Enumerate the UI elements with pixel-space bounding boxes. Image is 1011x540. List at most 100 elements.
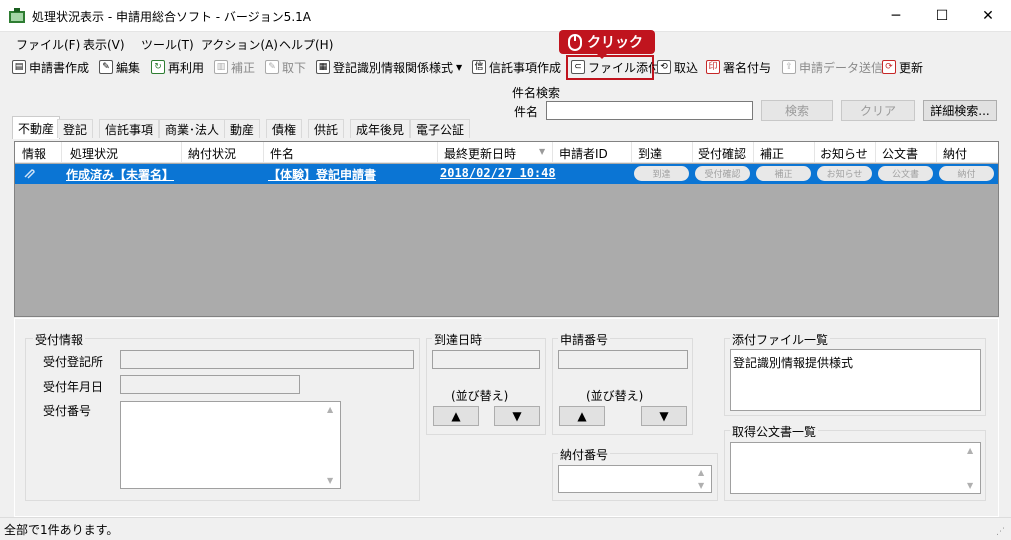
- edit-button[interactable]: ✎ 編集: [99, 58, 140, 76]
- maximize-button[interactable]: ☐: [919, 0, 965, 32]
- payment-number-field[interactable]: ▲ ▼: [558, 465, 712, 493]
- file-attach-button[interactable]: ⊂ ファイル添付: [571, 58, 660, 76]
- tab-movables[interactable]: 動産: [224, 119, 261, 138]
- column-correction[interactable]: 補正: [760, 145, 784, 162]
- send-icon: ⇪: [782, 60, 796, 74]
- resize-grip-icon[interactable]: ⋰: [996, 527, 1005, 537]
- tab-deposit[interactable]: 供託: [308, 119, 345, 138]
- tab-commercial[interactable]: 商業･法人: [159, 119, 226, 138]
- withdraw-button[interactable]: ✎ 取下: [265, 58, 306, 76]
- import-button[interactable]: ⟲ 取込: [657, 58, 698, 76]
- edit-icon: ✎: [99, 60, 113, 74]
- column-applicant-id[interactable]: 申請者ID: [559, 145, 608, 162]
- column-payment[interactable]: 納付: [943, 145, 967, 162]
- menu-help[interactable]: ヘルプ(H): [279, 36, 333, 53]
- registration-form-dropdown[interactable]: ▦ 登記識別情報関係様式 ▼: [316, 58, 462, 76]
- status-text: 全部で1件あります。: [4, 523, 119, 537]
- reuse-label: 再利用: [168, 60, 205, 75]
- search-field-label: 件名: [514, 105, 539, 119]
- menu-action[interactable]: アクション(A): [201, 36, 278, 53]
- signature-label: 署名付与: [723, 60, 772, 75]
- refresh-button[interactable]: ⟳ 更新: [882, 58, 923, 76]
- import-label: 取込: [674, 60, 699, 75]
- tab-registration[interactable]: 登記: [57, 119, 94, 138]
- app-icon: [8, 8, 26, 24]
- sort-descending-icon: ▼: [539, 147, 546, 156]
- signature-button[interactable]: 印署名付与: [706, 58, 771, 76]
- application-group-label: 申請番号: [558, 331, 611, 348]
- payment-button[interactable]: 納付: [939, 166, 994, 181]
- arrival-sort-desc-button[interactable]: ▼: [494, 406, 540, 426]
- row-status[interactable]: 作成済み【未署名】: [66, 166, 174, 183]
- column-divider: [814, 142, 815, 163]
- column-divider: [692, 142, 693, 163]
- paperclip-icon: [22, 166, 36, 183]
- reception-date-field: [120, 375, 300, 394]
- dropdown-arrow-icon: ▼: [456, 62, 463, 72]
- scrollbar[interactable]: ▲ ▼: [964, 444, 979, 492]
- trust-creation-button[interactable]: 信信託事項作成: [472, 58, 561, 76]
- refresh-icon: ⟳: [882, 60, 896, 74]
- advanced-search-button[interactable]: 詳細検索...: [923, 100, 997, 121]
- send-data-label: 申請データ送信: [799, 60, 884, 75]
- column-divider: [263, 142, 264, 163]
- arrival-button[interactable]: 到達: [634, 166, 689, 181]
- tab-notarization[interactable]: 電子公証: [410, 119, 471, 138]
- column-updated[interactable]: 最終更新日時: [444, 145, 516, 162]
- scroll-down-icon: ▼: [698, 481, 705, 490]
- scroll-up-icon: ▲: [698, 468, 705, 477]
- tab-trust[interactable]: 信託事項: [99, 119, 160, 138]
- scrollbar[interactable]: ▲ ▼: [695, 467, 710, 491]
- arrival-group-label: 到達日時: [432, 331, 485, 348]
- scrollbar[interactable]: ▲ ▼: [324, 403, 339, 487]
- column-status[interactable]: 処理状況: [70, 145, 118, 162]
- document-button[interactable]: 公文書: [878, 166, 933, 181]
- application-sort-asc-button[interactable]: ▲: [559, 406, 605, 426]
- reception-office-label: 受付登記所: [43, 355, 104, 369]
- tab-claims[interactable]: 債権: [266, 119, 303, 138]
- application-sort-desc-button[interactable]: ▼: [641, 406, 687, 426]
- arrival-sort-label: (並び替え): [451, 389, 509, 403]
- column-receipt[interactable]: 受付確認: [698, 145, 746, 162]
- triangle-up-icon: ▲: [451, 409, 461, 423]
- close-button[interactable]: ✕: [965, 0, 1011, 32]
- attached-files-list[interactable]: 登記識別情報提供様式: [730, 349, 981, 411]
- menu-file[interactable]: ファイル(F): [16, 36, 80, 53]
- column-notice[interactable]: お知らせ: [820, 145, 868, 162]
- clear-button[interactable]: クリア: [841, 100, 915, 121]
- column-subject[interactable]: 件名: [270, 145, 294, 162]
- row-updated[interactable]: 2018/02/27 10:48: [440, 166, 556, 180]
- column-arrival[interactable]: 到達: [638, 145, 662, 162]
- row-subject[interactable]: 【体験】登記申請書: [268, 166, 376, 183]
- search-group-label: 件名検索: [512, 86, 561, 100]
- reuse-button[interactable]: ↻ 再利用: [151, 58, 204, 76]
- withdraw-icon: ✎: [265, 60, 279, 74]
- receipt-button[interactable]: 受付確認: [695, 166, 750, 181]
- menu-view[interactable]: 表示(V): [83, 36, 125, 53]
- arrival-sort-asc-button[interactable]: ▲: [433, 406, 479, 426]
- menu-tools[interactable]: ツール(T): [141, 36, 194, 53]
- tab-guardianship[interactable]: 成年後見: [350, 119, 411, 138]
- documents-list[interactable]: ▲ ▼: [730, 442, 981, 494]
- column-document[interactable]: 公文書: [882, 145, 918, 162]
- send-data-button[interactable]: ⇪ 申請データ送信: [782, 58, 883, 76]
- create-application-button[interactable]: ▤ 申請書作成: [12, 58, 89, 76]
- reception-group-label: 受付情報: [33, 331, 86, 348]
- notice-button[interactable]: お知らせ: [817, 166, 872, 181]
- column-payment-status[interactable]: 納付状況: [188, 145, 236, 162]
- create-application-label: 申請書作成: [29, 60, 90, 75]
- search-button[interactable]: 検索: [761, 100, 833, 121]
- tab-real-estate[interactable]: 不動産: [12, 116, 61, 139]
- reception-number-field[interactable]: ▲ ▼: [120, 401, 341, 489]
- reuse-icon: ↻: [151, 60, 165, 74]
- correction-row-button[interactable]: 補正: [756, 166, 811, 181]
- triangle-down-icon: ▼: [512, 409, 522, 423]
- column-divider: [437, 142, 438, 163]
- correction-button[interactable]: ▥ 補正: [214, 58, 255, 76]
- attached-file-item[interactable]: 登記識別情報提供様式: [731, 350, 980, 375]
- scroll-up-icon: ▲: [327, 405, 334, 414]
- scroll-up-icon: ▲: [967, 446, 974, 455]
- search-input[interactable]: [546, 101, 753, 120]
- minimize-button[interactable]: ─: [873, 0, 919, 32]
- column-info[interactable]: 情報: [22, 145, 46, 162]
